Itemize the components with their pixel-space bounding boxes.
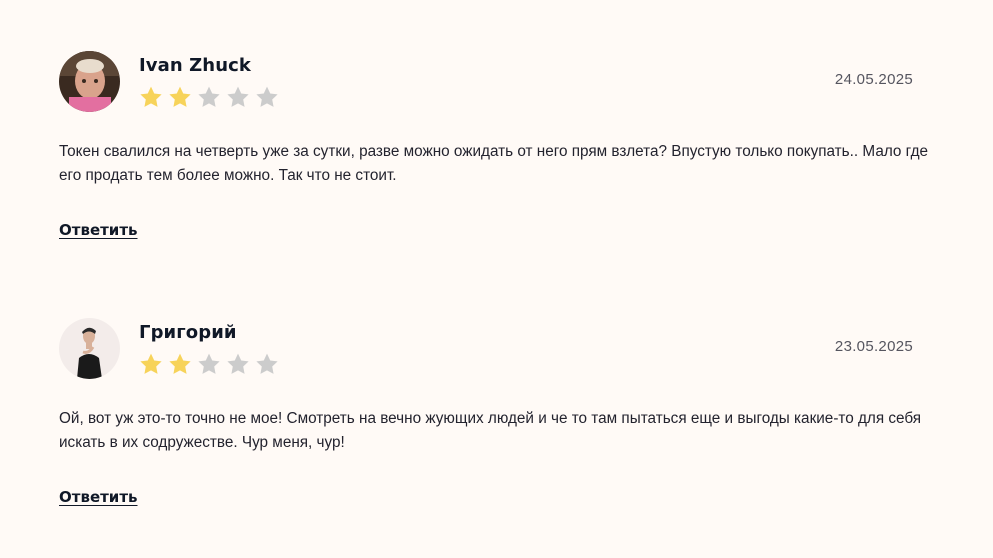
star-icon [198, 86, 220, 107]
star-icon [140, 86, 162, 107]
review-header: Григорий 23.05.2025 [59, 318, 914, 380]
reply-link[interactable]: Ответить [59, 488, 138, 506]
author-name: Григорий [139, 322, 237, 343]
star-icon [256, 353, 278, 374]
review-date: 23.05.2025 [834, 338, 913, 355]
star-icon [169, 86, 191, 107]
star-rating [138, 352, 280, 377]
avatar [59, 318, 120, 379]
star-icon [169, 353, 191, 374]
review-card: Ivan Zhuck 24.05.2025 Токен свалился на … [59, 51, 928, 239]
star-icon [140, 353, 162, 374]
star-rating [138, 85, 280, 110]
review-text: Токен свалился на четверть уже за сутки,… [59, 143, 929, 184]
star-icon [227, 86, 249, 107]
star-icon [227, 353, 249, 374]
avatar [59, 51, 120, 112]
star-icon [256, 86, 278, 107]
author-name: Ivan Zhuck [139, 55, 251, 76]
star-icon [198, 353, 220, 374]
review-date: 24.05.2025 [834, 71, 913, 88]
review-text: Ой, вот уж это-то точно не мое! Смотреть… [59, 410, 922, 451]
review-card: Григорий 23.05.2025 Ой, вот уж это-то то… [59, 318, 921, 506]
reply-link[interactable]: Ответить [59, 221, 138, 239]
review-header: Ivan Zhuck 24.05.2025 [59, 51, 914, 113]
